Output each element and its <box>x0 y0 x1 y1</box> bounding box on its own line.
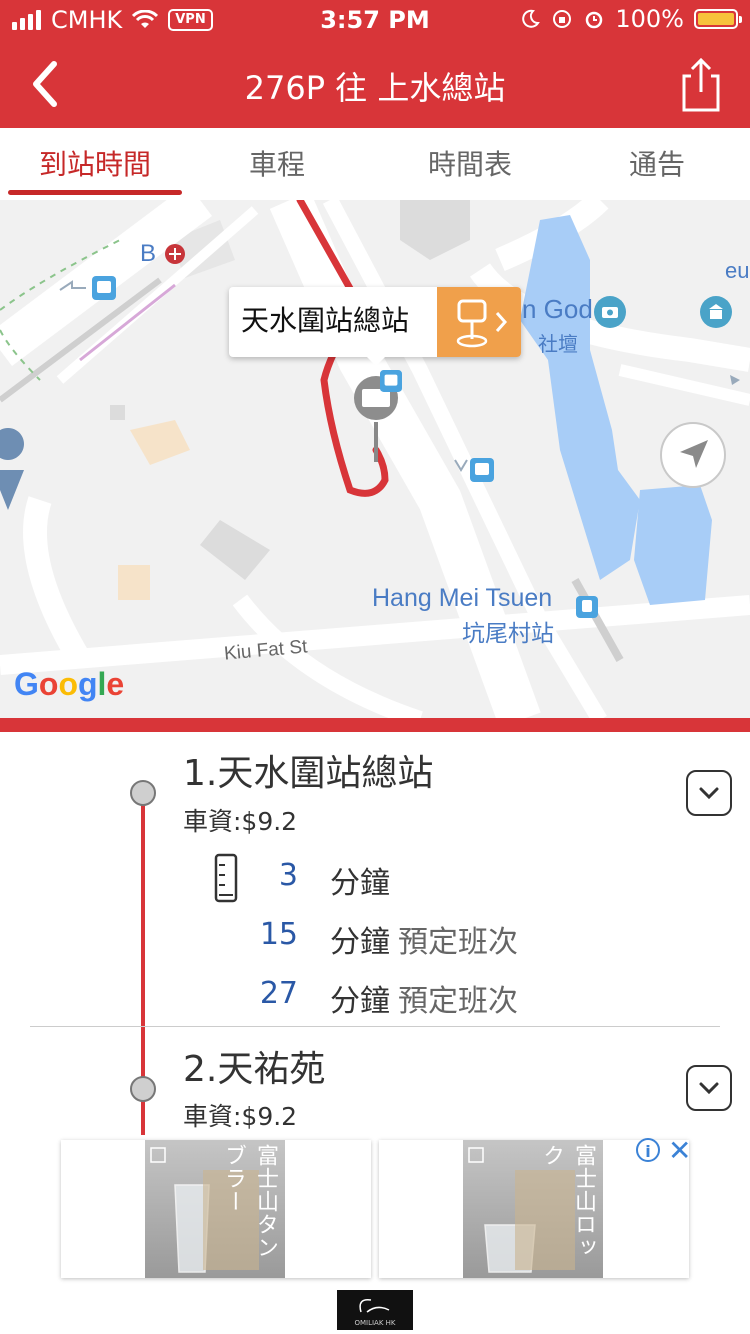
bus-stop-icon <box>456 299 508 348</box>
battery-icon <box>694 9 742 29</box>
status-bar: CMHK VPN 3:57 PM 100% <box>0 0 750 40</box>
stop-callout[interactable]: 天水圍站總站 <box>229 287 521 357</box>
ad-image: 富士山タンブラー <box>145 1140 285 1278</box>
ad-info-icon[interactable]: i <box>636 1138 660 1162</box>
expand-stop-button[interactable] <box>686 1065 732 1111</box>
realtime-eta-icon <box>214 853 238 903</box>
callout-pointer <box>364 354 388 366</box>
callout-title: 天水圍站總站 <box>241 304 410 337</box>
expand-stop-button[interactable] <box>686 770 732 816</box>
tab-notices[interactable]: 通告 <box>580 128 734 200</box>
google-logo: Google <box>14 666 125 702</box>
active-tab-indicator <box>8 190 182 195</box>
stop-divider <box>30 1026 720 1027</box>
tab-timetable[interactable]: 時間表 <box>390 128 550 200</box>
map-label-edge: eu <box>725 258 750 283</box>
chevron-down-icon <box>699 787 719 800</box>
eta-unit: 分鐘 <box>330 984 390 1019</box>
tab-journey[interactable]: 車程 <box>200 128 354 200</box>
stop-name[interactable]: 1.天水圍站總站 <box>183 744 433 796</box>
eta-unit: 分鐘 <box>330 866 390 901</box>
stop-fare: 車資:$9.2 <box>183 807 298 836</box>
light-rail-icon <box>576 596 598 618</box>
rotation-lock-icon <box>553 10 572 28</box>
eta-unit: 分鐘 <box>330 925 390 960</box>
share-icon[interactable] <box>676 54 726 114</box>
stop-fare: 車資:$9.2 <box>183 1102 298 1131</box>
station-letter: B <box>140 240 157 267</box>
nav-bar: 276P 往 上水總站 <box>0 40 750 128</box>
ad-image: 富士山ロック <box>463 1140 603 1278</box>
page-title: 276P 往 上水總站 <box>244 69 506 107</box>
eta-minutes: 27 <box>259 976 298 1011</box>
stop-marker <box>130 780 156 806</box>
camera-icon <box>594 296 626 328</box>
navigation-arrow-icon <box>680 440 708 468</box>
brand-logo-image: OMILIAK HK <box>354 1299 396 1327</box>
chevron-down-icon <box>699 1082 719 1095</box>
alarm-icon <box>586 11 603 29</box>
bus-stop-icon <box>380 370 402 392</box>
ad-text: 富士山ロック <box>539 1144 596 1259</box>
battery-percent: 100% <box>615 5 684 33</box>
map-bottom-border <box>0 718 750 732</box>
ad-card[interactable]: 富士山タンブラー <box>61 1140 371 1278</box>
bus-stop-icon <box>470 458 494 482</box>
ad-close-icon[interactable]: ✕ <box>668 1134 691 1167</box>
callout-detail-button[interactable] <box>437 287 521 357</box>
eta-note: 預定班次 <box>398 925 518 960</box>
map-label-hang-mei-zh: 坑尾村站 <box>462 620 554 646</box>
compass-button[interactable] <box>660 422 726 488</box>
ad-text: 富士山タンブラー <box>221 1144 278 1259</box>
svg-text:OMILIAK HK: OMILIAK HK <box>354 1319 395 1327</box>
eta-minutes: 3 <box>278 858 298 893</box>
map-view[interactable]: B n God 社壇 eu Hang Mei Tsuen 坑尾村站 Kiu Fa… <box>0 200 750 720</box>
moon-icon <box>522 9 541 28</box>
map-label-shrine: 社壇 <box>538 334 578 356</box>
eta-minutes: 15 <box>259 917 298 952</box>
stop-name[interactable]: 2.天祐苑 <box>183 1040 325 1092</box>
ad-brand-logo: OMILIAK HK <box>337 1290 413 1330</box>
mtr-icon <box>165 244 185 264</box>
map-label-hang-mei-en: Hang Mei Tsuen <box>372 584 553 612</box>
bus-stop-icon <box>92 276 116 300</box>
stop-marker <box>130 1076 156 1102</box>
map-label-god: n God <box>522 294 593 324</box>
eta-note: 預定班次 <box>398 984 518 1019</box>
museum-icon <box>700 296 732 328</box>
